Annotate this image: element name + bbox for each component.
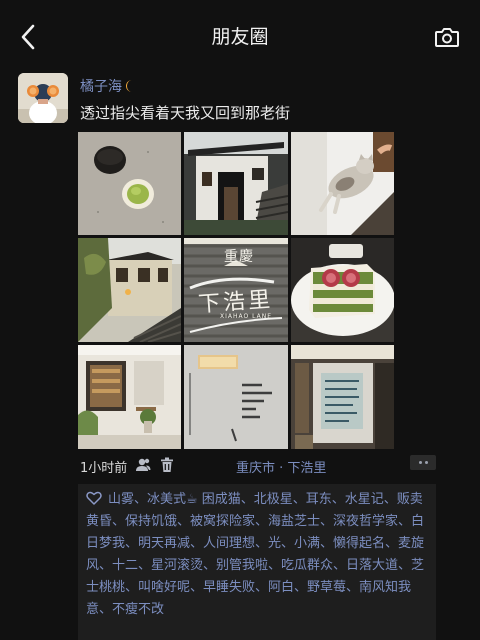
username-text: 橘子海 (80, 79, 122, 95)
sign-text-sub: XIAHAO LANE (220, 313, 272, 320)
avatar-image (18, 73, 68, 123)
heart-icon (86, 491, 102, 505)
page-title: 朋友圈 (211, 26, 269, 48)
visibility-friends-icon[interactable] (134, 456, 152, 474)
photo-cat-image (291, 132, 394, 235)
post-text: 透过指尖看着天我又回到那老街 (80, 104, 291, 122)
photo-grid: 重慶 下浩里 XIAHAO LANE (78, 132, 394, 449)
avatar[interactable] (18, 73, 68, 123)
location-link[interactable]: 重庆市 · 下浩里 (236, 457, 326, 476)
photo-poem-wall-image (184, 345, 288, 449)
dot-icon (418, 461, 422, 464)
photo-white-house-image (184, 132, 288, 235)
photo-notice-image (291, 345, 394, 449)
top-bar: 朋友圈 (0, 0, 480, 74)
photo-cake[interactable] (291, 238, 394, 342)
photo-stone-table-image (78, 132, 181, 235)
moments-screen: 朋友圈 橘子海 透过指尖看着天我又回到那老街 重慶 下浩里 XIAHAO LAN… (0, 0, 480, 640)
photo-stairs-sign[interactable]: 重慶 下浩里 XIAHAO LANE (184, 238, 288, 342)
crescent-moon-icon (126, 80, 132, 92)
likes-box: 山雾、冰美式☕ 困成猫、北极星、耳东、水星记、贩卖黄昏、保持饥饿、被窝探险家、海… (78, 484, 436, 640)
likes-names[interactable]: 山雾、冰美式☕ 困成猫、北极星、耳东、水星记、贩卖黄昏、保持饥饿、被窝探险家、海… (86, 492, 424, 617)
photo-old-street[interactable] (78, 238, 181, 342)
sign-text-top: 重慶 (224, 249, 254, 265)
photo-notice[interactable] (291, 345, 394, 449)
post-time: 1小时前 (80, 461, 128, 476)
photo-cat[interactable] (291, 132, 394, 235)
photo-stone-table[interactable] (78, 132, 181, 235)
photo-old-street-image (78, 238, 181, 342)
more-options-button[interactable] (410, 455, 436, 470)
photo-white-house[interactable] (184, 132, 288, 235)
photo-cake-image (291, 238, 394, 342)
photo-poem-wall[interactable] (184, 345, 288, 449)
photo-cafe-image (78, 345, 181, 449)
dot-icon (424, 461, 428, 464)
camera-button[interactable] (432, 22, 462, 52)
trash-icon[interactable] (158, 456, 176, 474)
camera-icon (435, 28, 459, 47)
username-link[interactable]: 橘子海 (80, 76, 134, 96)
photo-cafe[interactable] (78, 345, 181, 449)
